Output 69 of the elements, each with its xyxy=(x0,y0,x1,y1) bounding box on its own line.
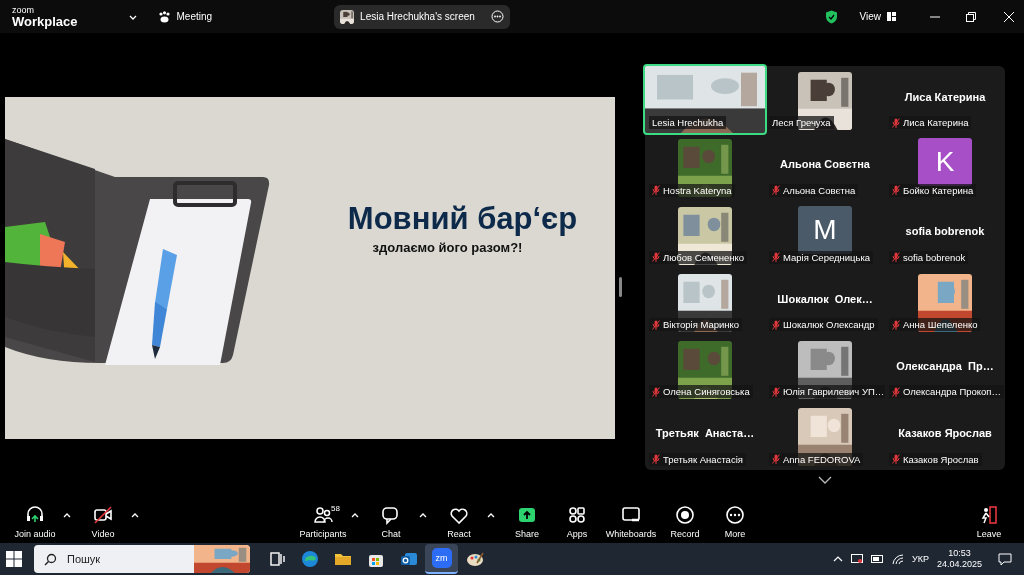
toolbar-button[interactable]: Share xyxy=(502,504,552,539)
search-icon xyxy=(44,552,57,566)
participant-label: Третьяк Анастасія xyxy=(663,453,743,465)
participant-label: Любов Семененко xyxy=(663,251,745,263)
participant-label: Олена Синяговська xyxy=(663,386,750,398)
windows-start-icon[interactable] xyxy=(6,551,22,567)
participant-label: Вікторія Маринко xyxy=(663,319,740,331)
participant-name: Третьяк Анаста… xyxy=(655,427,755,440)
chevron-up-icon[interactable] xyxy=(833,555,843,563)
edge-icon xyxy=(299,549,320,569)
slide-title: Мовний бар‘єр xyxy=(347,201,578,237)
resize-handle[interactable] xyxy=(619,277,622,297)
participant-label: Anna FEDOROVA xyxy=(783,453,861,465)
screen-share-pill[interactable]: Lesia Hrechukha's screen xyxy=(334,4,511,29)
taskbar-app[interactable]: zm xyxy=(425,544,458,574)
toolbar-button[interactable]: Leave xyxy=(964,504,1014,539)
toolbar-button[interactable]: Record xyxy=(660,504,710,539)
participant-label: Анна Шепеленко xyxy=(903,319,978,331)
avatar: M xyxy=(798,205,852,254)
maximize-icon[interactable] xyxy=(966,11,976,22)
participant-name: Олександра Пр… xyxy=(896,359,994,372)
participant-name: sofia bobrenok xyxy=(905,225,985,238)
participant-label: Олександра Прокоп… xyxy=(903,386,1001,398)
toolbar-button[interactable]: Apps xyxy=(552,504,602,539)
participant-name: Альона Совєтна xyxy=(780,157,870,170)
shield-check-icon[interactable] xyxy=(824,9,838,24)
avatar: K xyxy=(918,138,972,187)
notification-icon[interactable] xyxy=(998,552,1012,566)
toolbar-button[interactable]: More xyxy=(710,504,760,539)
toolbar-button[interactable]: React xyxy=(434,504,484,539)
meeting-label[interactable]: Meeting xyxy=(176,11,213,22)
participant-name: Лиса Катерина xyxy=(904,90,986,103)
participant-label: Юлія Гаврилевич УП… xyxy=(783,386,885,398)
participant-label: Hostra Kateryna xyxy=(663,184,732,196)
view-label[interactable]: View xyxy=(859,11,881,22)
paw-icon xyxy=(157,10,171,23)
participant-name: Шокалюк Олек… xyxy=(777,292,873,305)
participant-label: Бойко Катерина xyxy=(903,184,974,196)
language-indicator[interactable]: УКР xyxy=(912,554,929,564)
chevron-down-icon[interactable] xyxy=(818,476,832,484)
toolbar-button[interactable]: Whiteboards xyxy=(602,504,660,539)
logo-text: zoom xyxy=(12,5,35,15)
more-icon xyxy=(724,504,746,526)
toolbar-button[interactable]: Join audio xyxy=(10,504,60,539)
search-field[interactable]: Пошук xyxy=(65,552,169,566)
monitor-icon[interactable] xyxy=(851,553,863,565)
participant-label: Шокалюк Олександр xyxy=(783,319,875,331)
participant-count: 58 xyxy=(331,504,340,513)
participant-name: Казаков Ярослав xyxy=(898,427,992,440)
clock[interactable]: 10:53 24.04.2025 xyxy=(936,548,982,570)
participant-label: Марія Середницька xyxy=(783,251,871,263)
participant-label: Lesia Hrechukha xyxy=(652,117,724,129)
participant-label: Леся Гречуха xyxy=(772,117,831,129)
toolbar-button[interactable]: Video xyxy=(78,504,128,539)
participant-label: sofia bobrenok xyxy=(903,251,966,263)
toolbar-button[interactable]: 58 Participants xyxy=(298,504,348,539)
participant-label: Альона Совєтна xyxy=(783,184,856,196)
more-icon[interactable] xyxy=(491,10,505,23)
apps-icon xyxy=(566,504,588,526)
close-icon[interactable] xyxy=(1004,11,1014,22)
logo-text: Workplace xyxy=(12,14,78,28)
slide-subtitle: здолаємо його разом?! xyxy=(372,240,523,255)
participant-label: Казаков Ярослав xyxy=(903,453,979,465)
record-icon xyxy=(674,504,696,526)
battery-icon[interactable] xyxy=(871,555,884,563)
toolbar-button[interactable]: Chat xyxy=(366,504,416,539)
grid-icon[interactable] xyxy=(887,12,896,21)
participant-label: Лиса Катерина xyxy=(903,117,969,129)
wifi-icon[interactable] xyxy=(892,553,904,565)
